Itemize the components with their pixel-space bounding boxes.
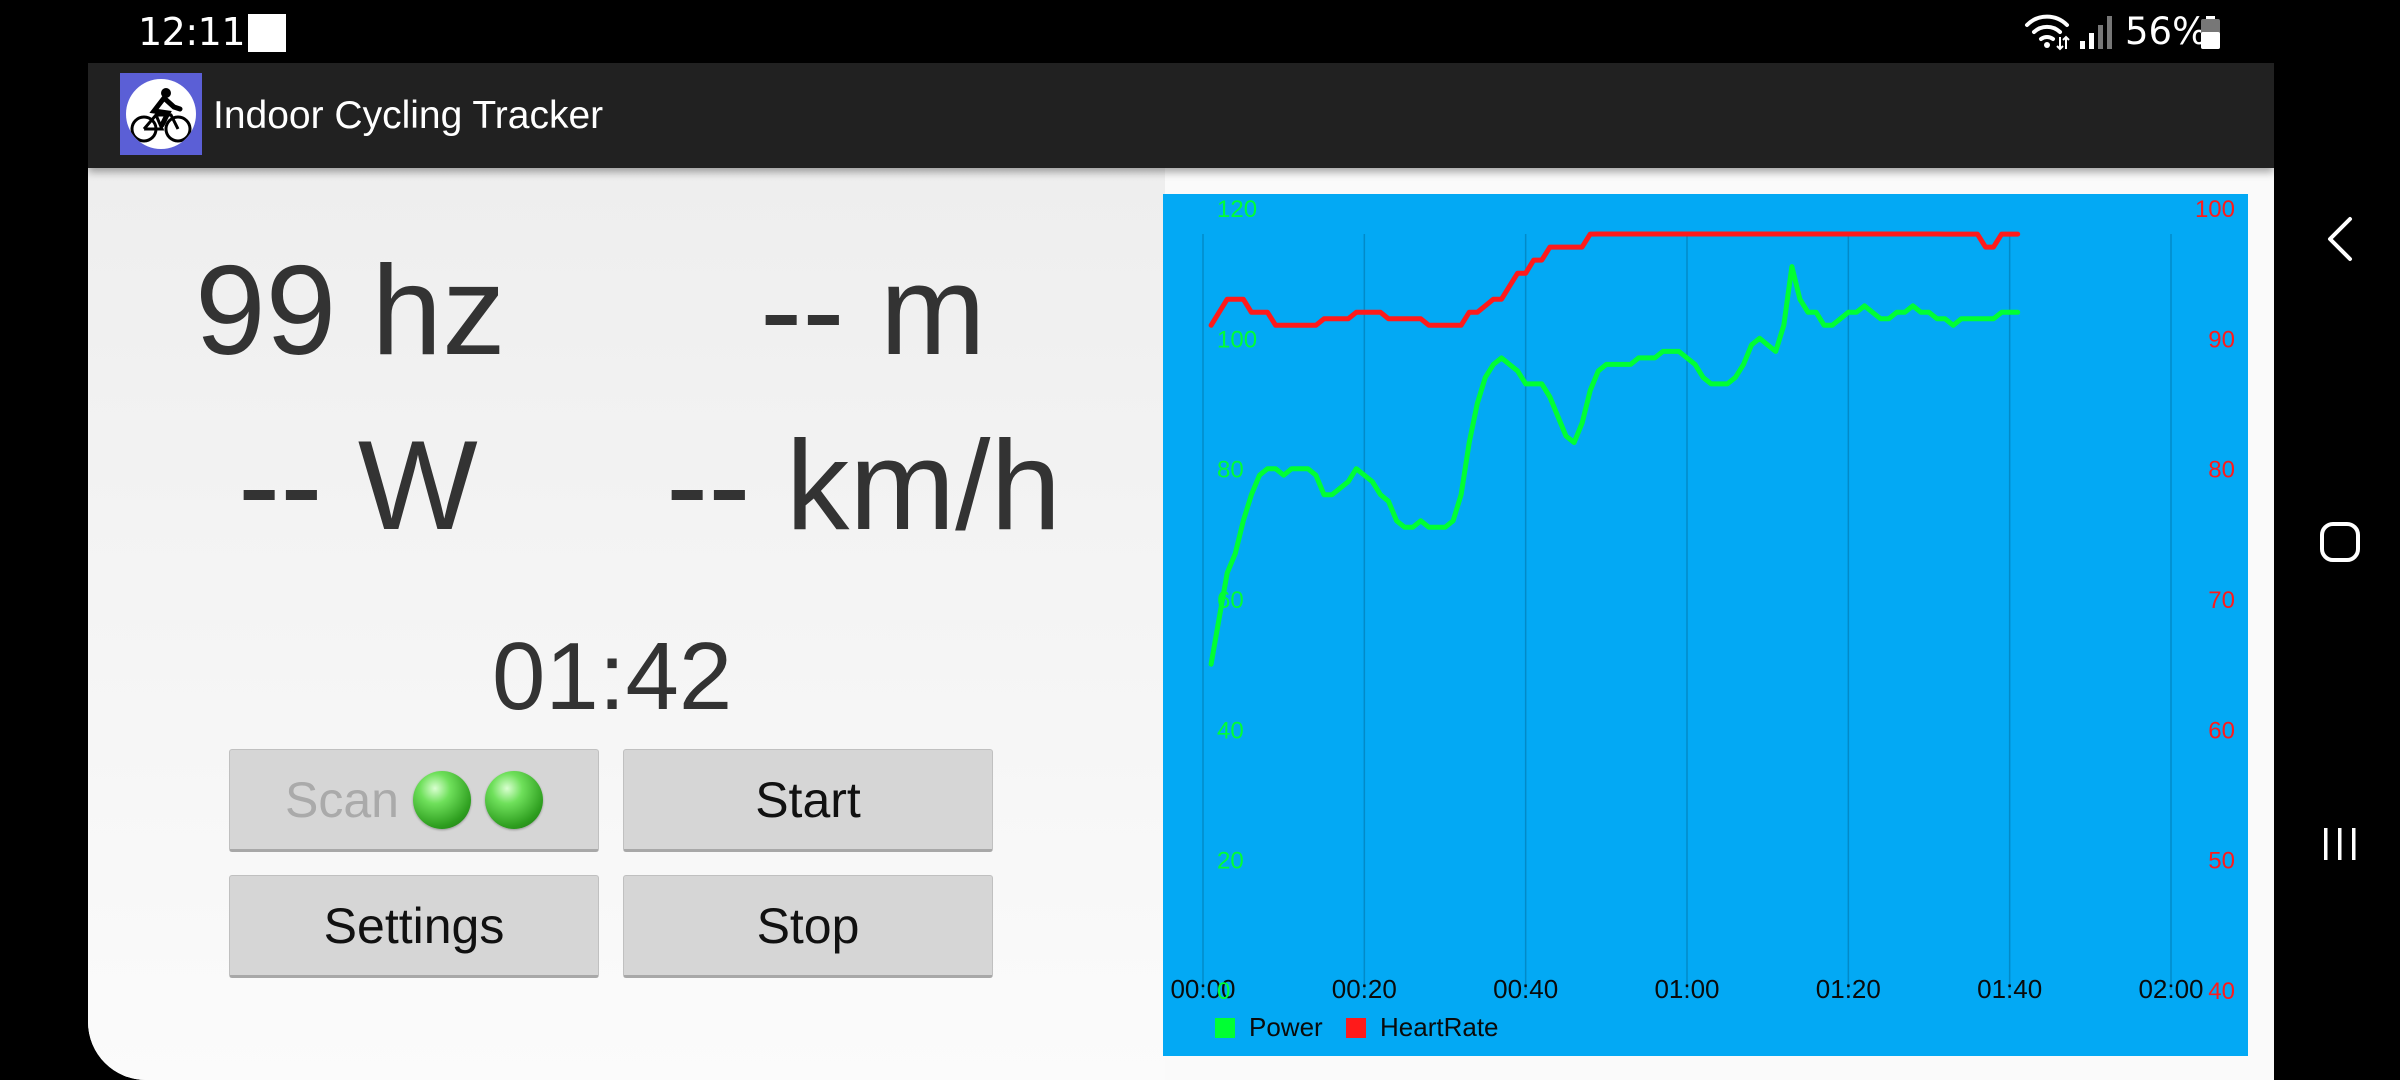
x-tick-label: 01:20 (1816, 974, 1881, 1004)
legend-swatch (1346, 1018, 1366, 1038)
back-icon[interactable] (2320, 213, 2360, 265)
battery-percent: 56% (2125, 10, 2208, 53)
y-right-tick-label: 100 (2195, 196, 2235, 223)
y-right-tick-label: 50 (2208, 848, 2235, 875)
x-tick-label: 01:00 (1654, 974, 1719, 1004)
y-left-tick-label: 100 (1217, 326, 1257, 353)
notification-square-icon (248, 14, 286, 52)
x-tick-label: 01:40 (1977, 974, 2042, 1004)
wifi-icon (2025, 14, 2070, 51)
legend-label: HeartRate (1380, 1012, 1499, 1042)
workout-chart-svg: 00:00 00:20 00:40 01:00 01:20 01:40 02:0002040… (1170, 196, 2235, 1042)
y-left-tick-label: 20 (1217, 848, 1244, 875)
elapsed-time: 01:42 (492, 623, 733, 730)
signal-icon (2080, 16, 2112, 49)
action-bar: Indoor Cycling Tracker (88, 63, 2274, 168)
x-tick-label: 00:20 (1332, 974, 1397, 1004)
settings-button[interactable]: Settings (229, 875, 599, 978)
stop-button[interactable]: Stop (623, 875, 993, 978)
recents-icon[interactable] (2318, 822, 2362, 866)
device-status-led-icon (484, 770, 543, 829)
status-time: 12:11 (138, 10, 246, 54)
x-tick-label: 00:40 (1493, 974, 1558, 1004)
legend-label: Power (1249, 1012, 1323, 1042)
y-left-tick-label: 0 (1217, 978, 1230, 1005)
series-line-power (1208, 264, 2021, 667)
x-tick-label: 02:00 (2138, 974, 2203, 1004)
y-right-tick-label: 80 (2208, 457, 2235, 484)
y-right-tick-label: 70 (2208, 587, 2235, 614)
cyclist-logo-icon (120, 73, 202, 155)
y-right-tick-label: 90 (2208, 326, 2235, 353)
speed-value: -- km/h (666, 414, 1062, 556)
scan-button[interactable]: Scan (229, 749, 599, 852)
power-value: -- W (238, 414, 478, 556)
app-title: Indoor Cycling Tracker (213, 94, 604, 137)
battery-icon (2201, 16, 2220, 49)
scan-button-label: Scan (285, 771, 399, 828)
y-left-tick-label: 80 (1217, 457, 1244, 484)
app-window: Indoor Cycling Tracker 99 hz -- m -- W -… (88, 63, 2274, 1080)
y-left-tick-label: 40 (1217, 717, 1244, 744)
y-right-tick-label: 40 (2208, 978, 2235, 1005)
device-status-led-icon (412, 770, 471, 829)
legend-swatch (1215, 1018, 1235, 1038)
workout-chart: 00:00 00:20 00:40 01:00 01:20 01:40 02:00 0 20 40… (1163, 194, 2248, 1056)
distance-value: -- m (760, 239, 986, 381)
cadence-value: 99 hz (195, 239, 506, 381)
status-bar: 12:11 56% (0, 0, 2400, 63)
y-right-tick-label: 60 (2208, 717, 2235, 744)
y-left-tick-label: 120 (1217, 196, 1257, 223)
start-button[interactable]: Start (623, 749, 993, 852)
home-icon[interactable] (2318, 520, 2362, 564)
